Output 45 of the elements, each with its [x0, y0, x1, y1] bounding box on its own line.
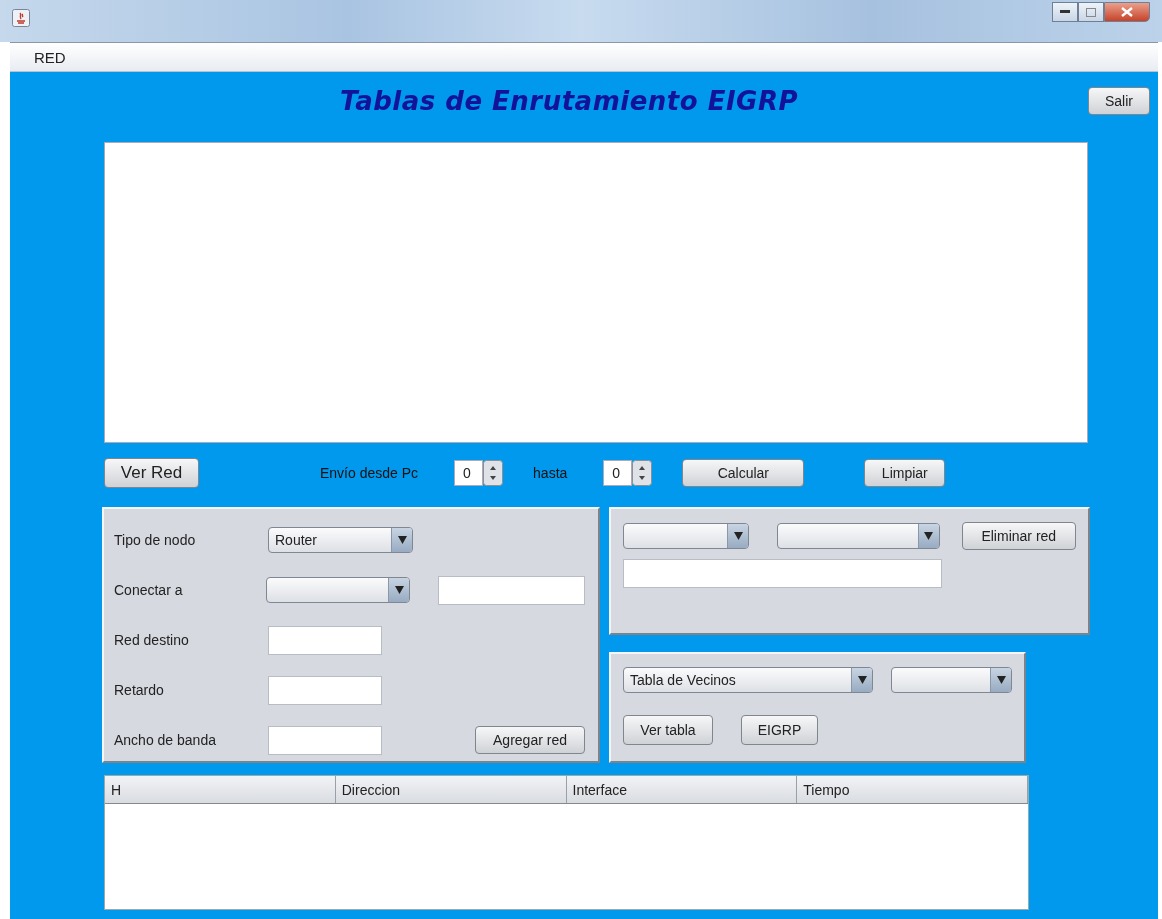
input-field[interactable] [438, 575, 585, 605]
field-label: Conectar a [114, 582, 184, 598]
caret-icon [397, 536, 407, 544]
input-field[interactable] [268, 725, 382, 755]
app-icon [12, 9, 30, 27]
minimize-icon [1060, 10, 1070, 14]
field-label: Tipo de nodo [114, 532, 197, 548]
calculate-button[interactable]: Calcular [682, 459, 805, 487]
exit-button[interactable]: Salir [1088, 87, 1150, 115]
minimize-button[interactable] [1052, 2, 1078, 22]
input-field[interactable] [268, 625, 382, 655]
view-network-button[interactable]: Ver Red [104, 458, 199, 488]
add-network-button[interactable]: Agregar red [475, 726, 585, 754]
caret-icon [924, 532, 934, 540]
caret-icon [857, 676, 867, 684]
clear-button[interactable]: Limpiar [864, 459, 946, 487]
dropdown[interactable] [266, 577, 410, 603]
caret-icon [996, 676, 1006, 684]
close-button[interactable] [1104, 2, 1150, 22]
dropdown[interactable]: Router [268, 527, 413, 553]
eigrp-button[interactable]: EIGRP [741, 715, 818, 745]
dropdown[interactable] [623, 523, 750, 549]
input-field[interactable] [623, 559, 942, 588]
caret-icon [394, 586, 404, 594]
dropdown[interactable] [891, 667, 1012, 693]
input-field[interactable] [268, 675, 382, 705]
column-header[interactable]: Interface [566, 776, 798, 803]
field-label: Ancho de banda [114, 732, 217, 748]
delete-network-button[interactable]: Eliminar red [961, 522, 1076, 550]
to-label: hasta [533, 465, 568, 481]
caret-icon [733, 532, 743, 540]
column-header[interactable]: H [105, 776, 336, 803]
maximize-button[interactable] [1078, 2, 1104, 22]
column-header[interactable]: Direccion [335, 776, 567, 803]
dropdown[interactable]: Tabla de Vecinos [623, 667, 873, 693]
menu-item[interactable]: RED [34, 48, 66, 66]
field-label: Retardo [114, 682, 165, 698]
app-title: Tablas de Enrutamiento EIGRP [340, 86, 798, 116]
close-icon [1121, 7, 1133, 17]
maximize-icon [1086, 7, 1096, 17]
from-label: Envío desde Pc [320, 465, 419, 481]
column-header[interactable]: Tiempo [797, 776, 1028, 803]
dropdown[interactable] [777, 523, 940, 549]
view-table-button[interactable]: Ver tabla [623, 715, 713, 745]
field-label: Red destino [114, 632, 190, 648]
